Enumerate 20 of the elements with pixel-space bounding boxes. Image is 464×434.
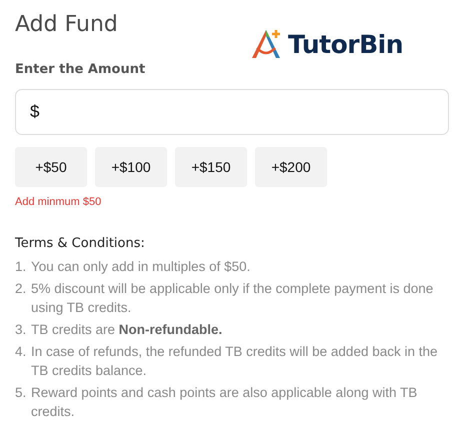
- terms-text: You can only add in multiples of $50.: [31, 258, 252, 276]
- item-number: 4.: [15, 343, 28, 361]
- terms-text: Reward points and cash points are also applicable along with TB credits.: [31, 384, 418, 421]
- quick-amount-button[interactable]: +$100: [95, 147, 167, 187]
- amount-label: Enter the Amount: [15, 62, 146, 77]
- quick-amount-button[interactable]: +$50: [15, 147, 87, 187]
- error-message: Add minmum $50: [15, 196, 102, 208]
- terms-text: In case of refunds, the refunded TB credits will be added back in the TB credits balance.: [31, 343, 438, 380]
- quick-amount-button[interactable]: +$200: [255, 147, 327, 187]
- item-number: 5.: [15, 384, 28, 402]
- quick-amount-button[interactable]: +$150: [175, 147, 247, 187]
- terms-heading: Terms & Conditions:: [15, 236, 146, 251]
- item-number: 3.: [15, 321, 28, 339]
- terms-text: 5% discount will be applicable only if the complete payment is done using TB credits.: [31, 280, 434, 317]
- terms-text: TB credits are Non-refundable.: [31, 321, 224, 339]
- amount-field[interactable]: $: [15, 89, 449, 135]
- logo-text: TutorBin: [288, 30, 403, 58]
- page-title: Add Fund: [15, 12, 118, 37]
- item-number: 2.: [15, 280, 28, 298]
- item-number: 1.: [15, 258, 28, 276]
